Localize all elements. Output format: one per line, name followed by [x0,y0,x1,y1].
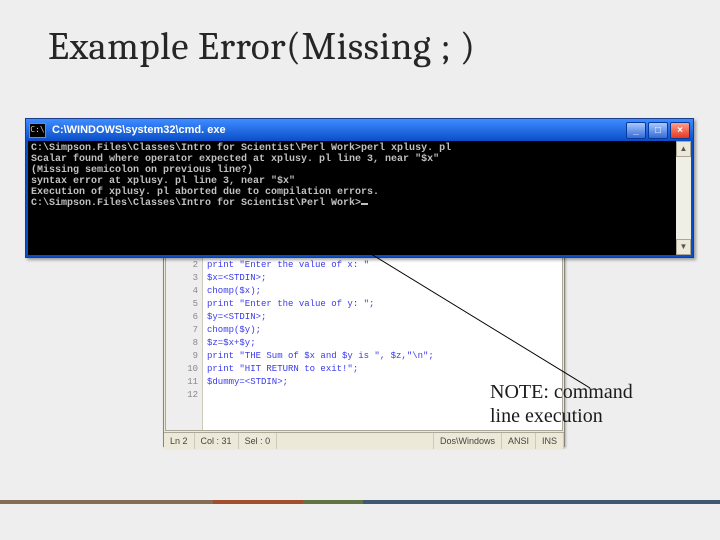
cmd-line: syntax error at xplusy. pl line 3, near … [31,176,688,187]
minimize-button[interactable]: _ [626,122,646,139]
status-format: Dos\Windows [434,433,502,449]
cmd-body[interactable]: C:\Simpson.Files\Classes\Intro for Scien… [26,141,693,257]
cursor-icon [361,203,368,205]
status-col: Col : 31 [195,433,239,449]
code-line: print "THE Sum of $x and $y is ", $z,"\n… [207,350,558,363]
note-line: NOTE: command [490,380,633,404]
cmd-window-title: C:\WINDOWS\system32\cmd. exe [52,124,226,136]
cmd-window: C:\ C:\WINDOWS\system32\cmd. exe _ □ × C… [25,118,694,258]
code-line: print "Enter the value of y: "; [207,298,558,311]
scroll-up-icon[interactable]: ▲ [676,141,691,157]
line-number-gutter: 2 3 4 5 6 7 8 9 10 11 12 [166,258,203,430]
code-line: $y=<STDIN>; [207,311,558,324]
slide-title: Example Error(Missing ; ) [48,24,475,69]
cmd-line: Scalar found where operator expected at … [31,154,688,165]
code-line: print "Enter the value of x: " [207,259,558,272]
cmd-icon: C:\ [29,123,46,138]
cmd-line: C:\Simpson.Files\Classes\Intro for Scien… [31,198,688,209]
cmd-titlebar[interactable]: C:\ C:\WINDOWS\system32\cmd. exe _ □ × [26,119,693,141]
note-line: line execution [490,404,633,428]
line-number: 4 [166,285,198,298]
status-ln: Ln 2 [164,433,195,449]
code-line: print "HIT RETURN to exit!"; [207,363,558,376]
scroll-track[interactable] [676,157,691,239]
line-number: 9 [166,350,198,363]
cmd-line: Execution of xplusy. pl aborted due to c… [31,187,688,198]
line-number: 7 [166,324,198,337]
code-line: chomp($x); [207,285,558,298]
close-button[interactable]: × [670,122,690,139]
line-number: 10 [166,363,198,376]
cmd-line: C:\Simpson.Files\Classes\Intro for Scien… [31,143,688,154]
status-encoding: ANSI [502,433,536,449]
line-number: 6 [166,311,198,324]
line-number: 5 [166,298,198,311]
cmd-line: (Missing semicolon on previous line?) [31,165,688,176]
code-line: $z=$x+$y; [207,337,558,350]
line-number: 3 [166,272,198,285]
footer-rule [0,500,720,504]
scroll-down-icon[interactable]: ▼ [676,239,691,255]
status-insert: INS [536,433,564,449]
line-number: 11 [166,376,198,389]
status-spacer [277,433,434,449]
cmd-scrollbar[interactable]: ▲ ▼ [676,141,691,255]
line-number: 12 [166,389,198,402]
code-line: chomp($y); [207,324,558,337]
line-number: 8 [166,337,198,350]
line-number: 2 [166,259,198,272]
maximize-button[interactable]: □ [648,122,668,139]
code-line: $x=<STDIN>; [207,272,558,285]
editor-status-bar: Ln 2 Col : 31 Sel : 0 Dos\Windows ANSI I… [164,432,564,449]
annotation-note: NOTE: command line execution [490,380,633,428]
status-sel: Sel : 0 [239,433,278,449]
